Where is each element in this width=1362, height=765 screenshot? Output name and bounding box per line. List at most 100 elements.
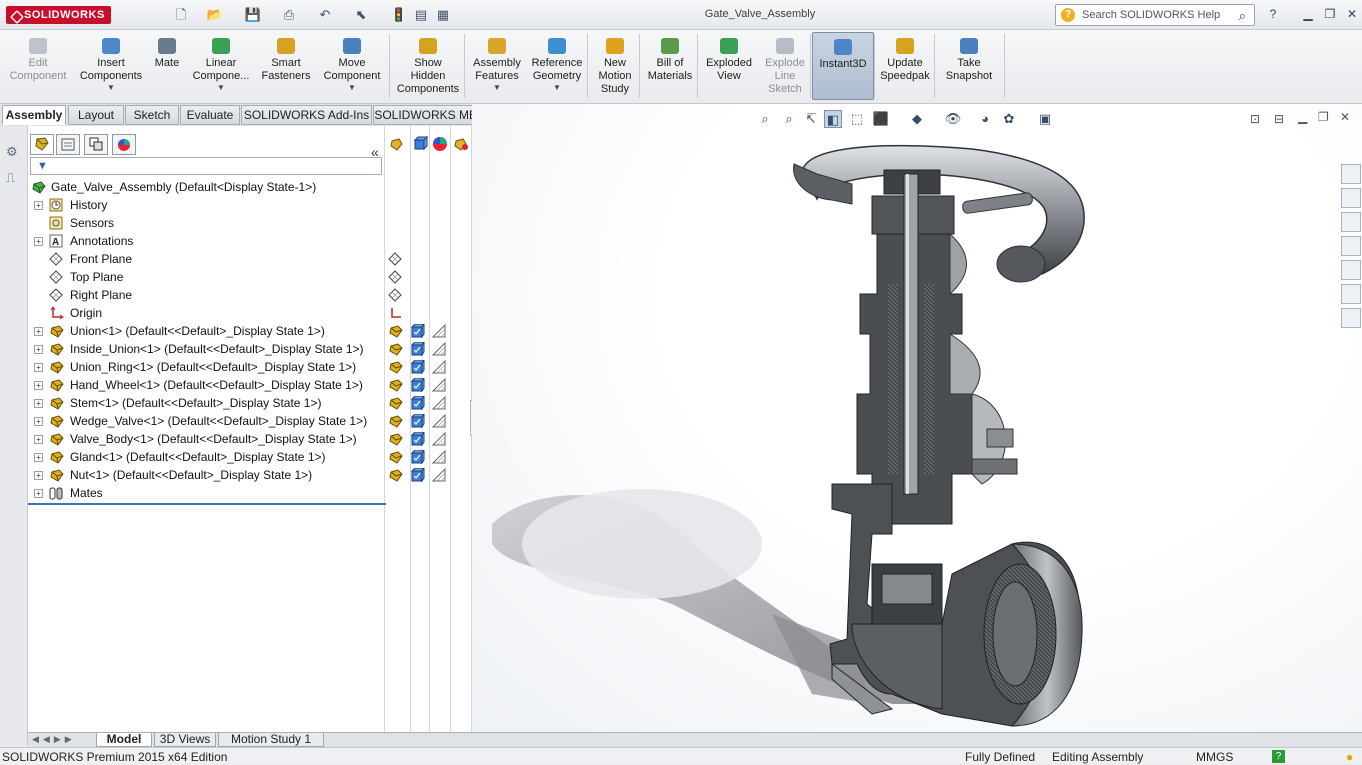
expand-icon[interactable]: + [34,471,43,480]
appearance-icon[interactable] [432,136,448,155]
transparency-toggle-icon[interactable] [431,377,446,392]
appearances-scenes-icon[interactable] [1341,260,1361,280]
notification-icon[interactable]: ● [1346,749,1353,765]
unit-system[interactable]: MMGS [1196,749,1233,765]
exploded-view-button[interactable]: Exploded View [700,32,758,100]
display-mode-toggle-icon[interactable] [410,358,425,375]
explode-line-button[interactable]: Explode Line Sketch [758,32,812,100]
component-icon[interactable]: ⚙ [6,144,18,160]
dropdown-arrow-icon[interactable]: ▼ [468,83,526,93]
rebuild-icon[interactable]: 🚦 [390,6,408,24]
expand-icon[interactable]: + [34,237,43,246]
tree-item-hand-wheel[interactable]: + Hand_Wheel<1> (Default<<Default>_Displa… [28,376,384,394]
tree-item-wedge-valve[interactable]: + Wedge_Valve<1> (Default<<Default>_Displ… [28,412,384,430]
tree-root-assembly[interactable]: Gate_Valve_Assembly (Default<Display Sta… [28,178,384,196]
hide-show-toggle-icon[interactable] [388,450,403,464]
solidworks-forum-icon[interactable] [1341,308,1361,328]
tab-motion-study-1[interactable]: Motion Study 1 [218,733,324,747]
open-icon[interactable]: 📂 [206,6,224,24]
featuremanager-tree-tab[interactable] [30,134,54,155]
custom-properties-icon[interactable] [1341,284,1361,304]
graphics-area[interactable]: ⌕ ⌕ ↸ ◧ ⬚ ⬛ ◆ 👁 ◕ ✿ ▣ ⊡ ⊟ ▁ ❐ ✕ [472,104,1362,732]
transparency-toggle-icon[interactable] [431,395,446,410]
expand-icon[interactable]: + [34,453,43,462]
tree-item-annotations[interactable]: + A Annotations [28,232,384,250]
display-mode-toggle-icon[interactable] [410,322,425,339]
transparency-toggle-icon[interactable] [431,449,446,464]
display-mode-toggle-icon[interactable] [410,394,425,411]
solidworks-resources-icon[interactable] [1341,164,1361,184]
expand-icon[interactable]: + [34,381,43,390]
restore-button[interactable]: ❐ [1321,6,1339,22]
tree-item-history[interactable]: + History [28,196,384,214]
display-manager-tab[interactable] [112,134,136,155]
move-component-button[interactable]: Move Component ▼ [316,32,388,100]
transparency-icon[interactable] [453,136,469,155]
tab-layout[interactable]: Layout [68,105,124,125]
bom-button[interactable]: Bill of Materials [642,32,698,100]
display-mode-toggle-icon[interactable] [410,376,425,393]
print-icon[interactable]: ⎙ [280,6,298,24]
search-icon[interactable]: ⌕ [1239,6,1246,26]
tab-solidworks-add-ins[interactable]: SOLIDWORKS Add-Ins [241,105,372,125]
hide-show-toggle-icon[interactable] [388,378,403,392]
show-hidden-button[interactable]: Show Hidden Components [392,32,464,100]
sketch-icon[interactable]: ⎍ [6,170,15,186]
design-library-icon[interactable] [1341,188,1361,208]
tab-solidworks-mbd[interactable]: SOLIDWORKS MBD [373,105,487,125]
insert-components-button[interactable]: Insert Components ▼ [76,32,146,100]
tree-item-union[interactable]: + Union<1> (Default<<Default>_Display Sta… [28,322,384,340]
transparency-toggle-icon[interactable] [431,341,446,356]
save-icon[interactable]: 💾 [244,6,262,24]
file-explorer-icon[interactable] [1341,212,1361,232]
display-mode-toggle-icon[interactable] [410,340,425,357]
hide-show-toggle-icon[interactable] [388,324,403,338]
assembly-features-button[interactable]: Assembly Features ▼ [468,32,526,100]
property-manager-tab[interactable] [56,134,80,155]
search-help-input[interactable]: ? Search SOLIDWORKS Help ⌕ [1055,4,1255,26]
tab-3d-views[interactable]: 3D Views [154,733,216,747]
select-icon[interactable]: ⬉ [352,6,370,24]
tree-item-nut[interactable]: + Nut<1> (Default<<Default>_Display State… [28,466,384,484]
expand-icon[interactable]: + [34,363,43,372]
display-mode-toggle-icon[interactable] [410,412,425,429]
dropdown-arrow-icon[interactable]: ▼ [186,83,256,93]
close-button[interactable]: ✕ [1343,6,1361,22]
tab-evaluate[interactable]: Evaluate [180,105,240,125]
hide-show-toggle-icon[interactable] [388,414,403,428]
dropdown-arrow-icon[interactable]: ▼ [526,83,588,93]
instant3d-button[interactable]: Instant3D [812,32,874,100]
snapshot-button[interactable]: Take Snapshot [936,32,1002,100]
hide-show-toggle-icon[interactable] [388,396,403,410]
dropdown-arrow-icon[interactable]: ▼ [316,83,388,93]
tree-item-front[interactable]: Front Plane [28,250,384,268]
view-palette-icon[interactable] [1341,236,1361,256]
hide-show-toggle-icon[interactable] [388,252,402,266]
edit-component-button[interactable]: Edit Component [2,32,74,100]
transparency-toggle-icon[interactable] [431,467,446,482]
minimize-button[interactable]: ▁ [1299,6,1317,22]
tab-scroll-arrows[interactable]: ◀◀▶▶ [32,734,76,745]
file-properties-icon[interactable]: ▤ [412,6,430,24]
tree-item-right[interactable]: Right Plane [28,286,384,304]
linear-pattern-button[interactable]: Linear Compone... ▼ [186,32,256,100]
undo-icon[interactable]: ↶ [316,6,334,24]
motion-study-button[interactable]: New Motion Study [590,32,640,100]
expand-icon[interactable]: + [34,399,43,408]
tree-item-mates[interactable]: + Mates [28,484,384,502]
dropdown-arrow-icon[interactable]: ▼ [76,83,146,93]
expand-icon[interactable]: + [34,417,43,426]
hide-show-toggle-icon[interactable] [388,342,403,356]
expand-icon[interactable]: + [34,435,43,444]
expand-icon[interactable]: + [34,201,43,210]
tree-item-inside-union[interactable]: + Inside_Union<1> (Default<<Default>_Disp… [28,340,384,358]
tree-item-sensors[interactable]: Sensors [28,214,384,232]
display-hide-show-icon[interactable] [389,136,405,155]
expand-icon[interactable]: + [34,345,43,354]
speedpak-button[interactable]: Update Speedpak [876,32,934,100]
tree-filter-input[interactable]: ▼ [30,157,382,175]
tab-assembly[interactable]: Assembly [2,105,66,125]
solidworks-logo[interactable]: SOLIDWORKS [6,6,111,24]
transparency-toggle-icon[interactable] [431,413,446,428]
tab-sketch[interactable]: Sketch [125,105,179,125]
